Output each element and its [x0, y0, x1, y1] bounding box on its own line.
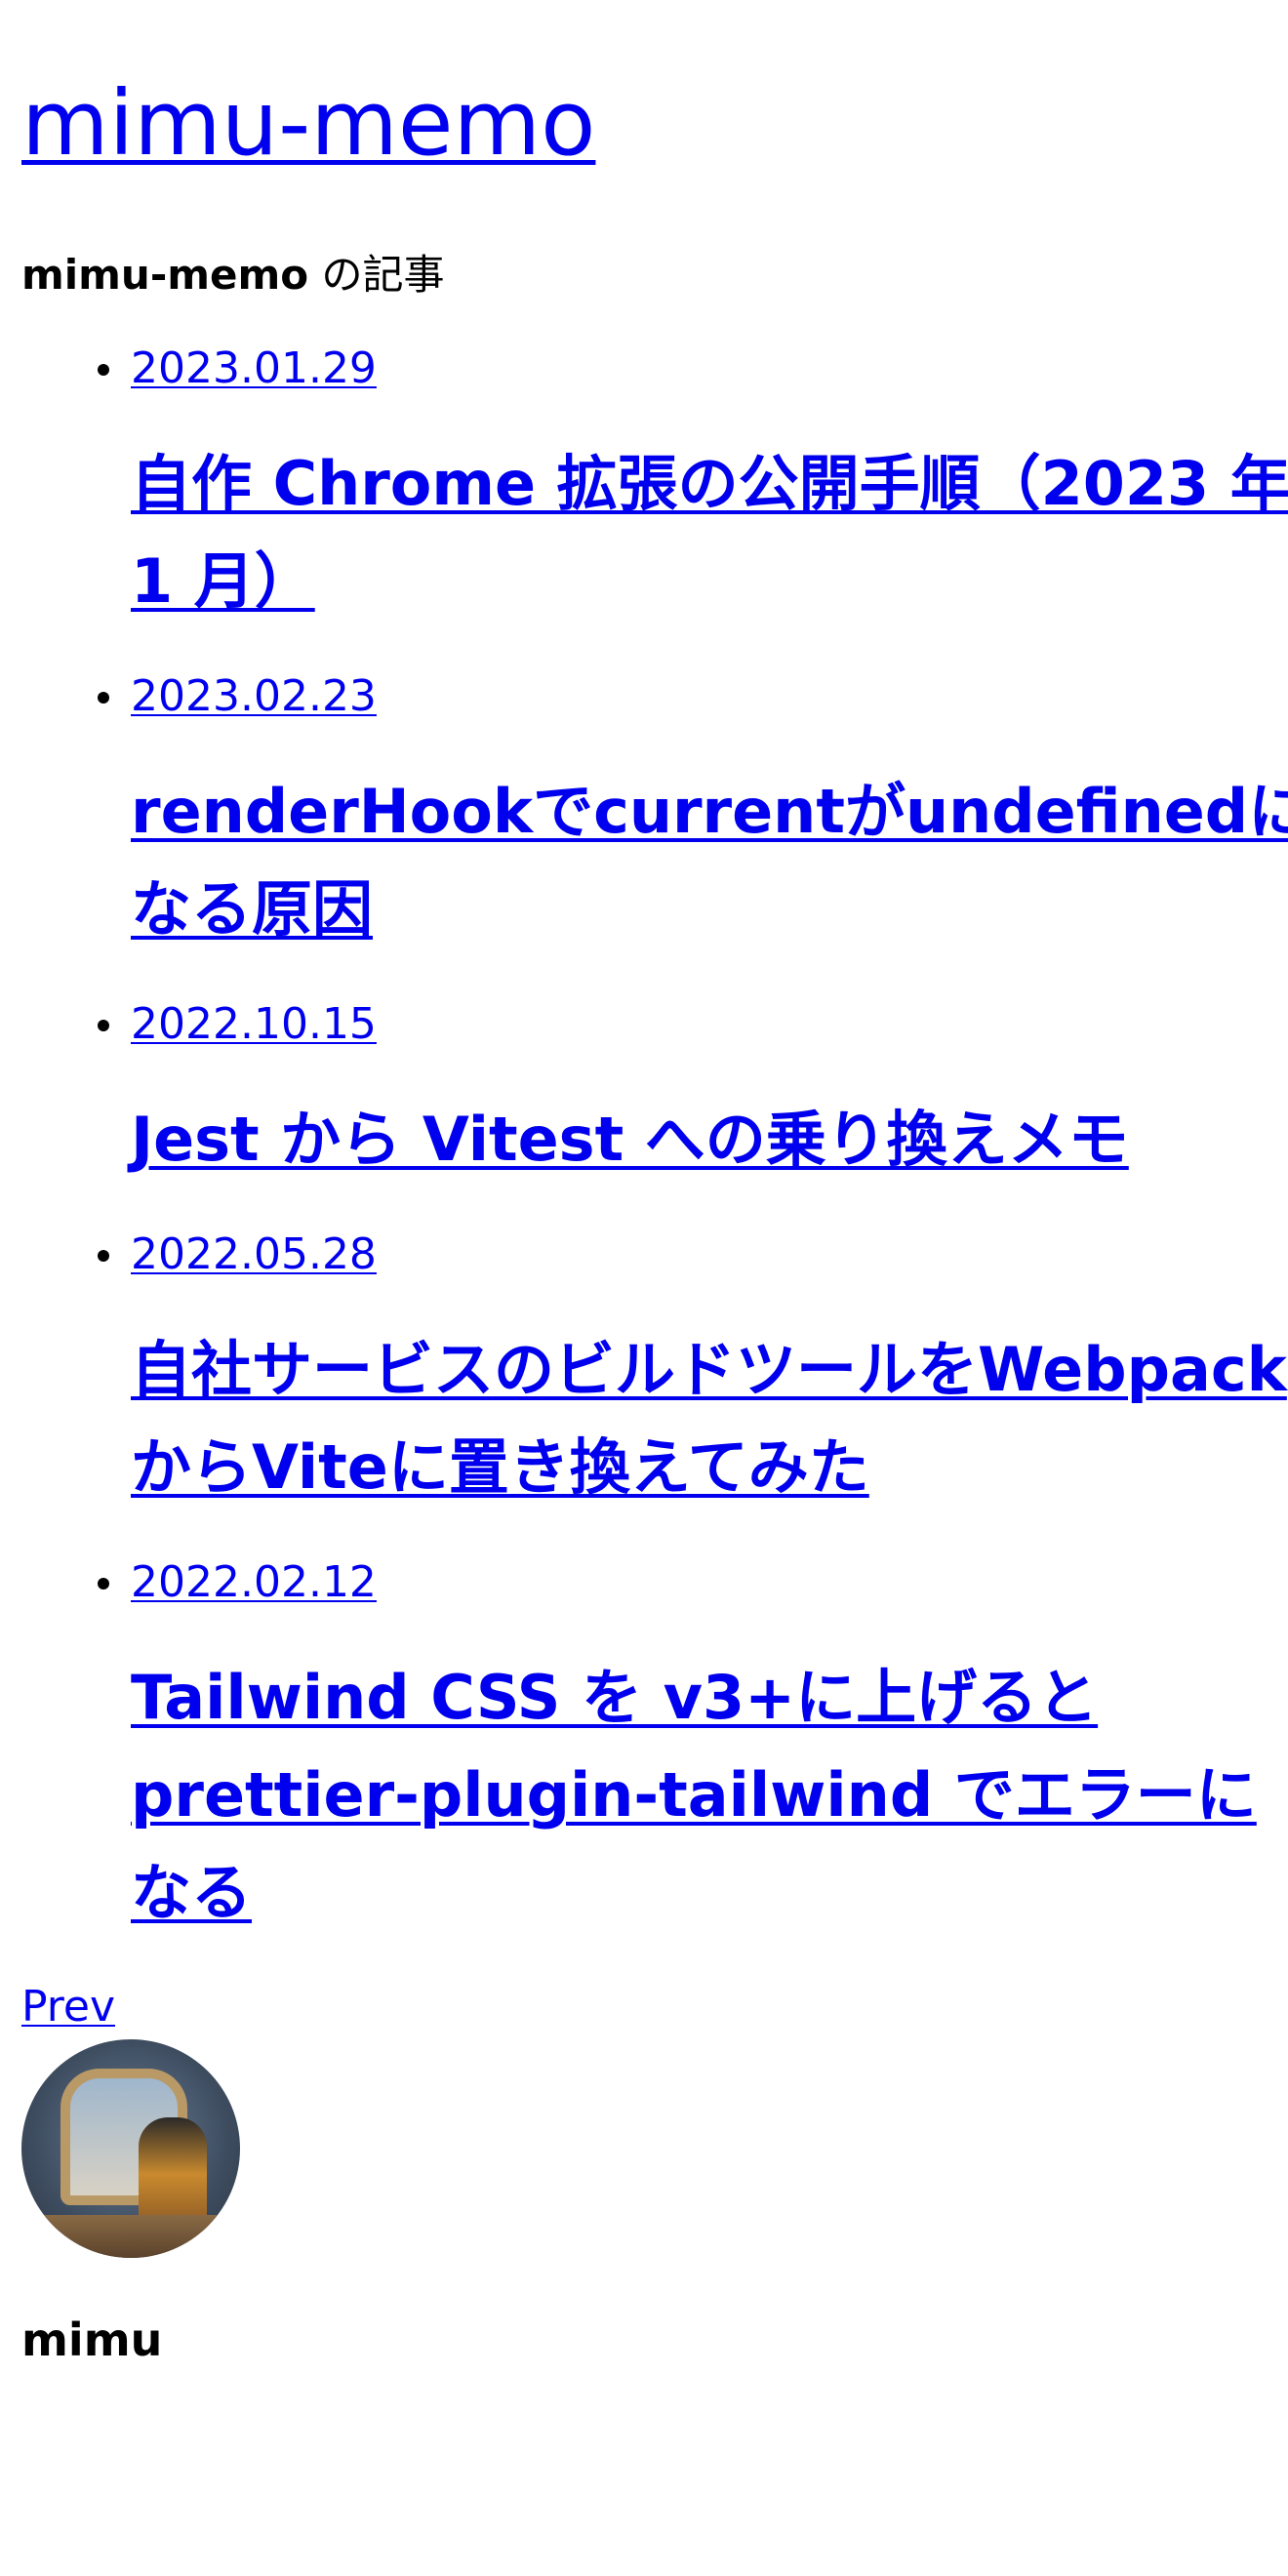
list-item: 2023.02.23 renderHookでcurrentがundefinedに…	[98, 667, 1288, 958]
author-avatar	[21, 2039, 240, 2258]
bullet-icon	[98, 1020, 109, 1031]
bullet-icon	[98, 364, 109, 376]
article-title: 自社サービスのビルドツールをWebpackからViteに置き換えてみた	[131, 1321, 1288, 1516]
list-item: 2022.05.28 自社サービスのビルドツールをWebpackからViteに置…	[98, 1226, 1288, 1516]
list-item: 2022.02.12 Tailwind CSS を v3+に上げるとpretti…	[98, 1553, 1288, 1942]
article-title: Jest から Vitest への乗り換えメモ	[131, 1091, 1288, 1188]
article-list: 2023.01.29 自作 Chrome 拡張の公開手順（2023 年 1 月）…	[21, 340, 1288, 1942]
article-title: Tailwind CSS を v3+に上げるとprettier-plugin-t…	[131, 1649, 1288, 1942]
list-item: 2023.01.29 自作 Chrome 拡張の公開手順（2023 年 1 月）	[98, 340, 1288, 630]
list-item: 2022.10.15 Jest から Vitest への乗り換えメモ	[98, 995, 1288, 1188]
section-heading-suffix: の記事	[308, 251, 445, 299]
avatar-table-shape	[21, 2215, 240, 2258]
pagination: Prev	[21, 1979, 1288, 2035]
article-title-link[interactable]: Jest から Vitest への乗り換えメモ	[131, 1104, 1129, 1175]
article-date-link[interactable]: 2022.10.15	[131, 995, 1288, 1054]
article-title: renderHookでcurrentがundefinedになる原因	[131, 763, 1288, 958]
page: mimu-memo mimu-memo の記事 2023.01.29 自作 Ch…	[21, 0, 1288, 2369]
section-heading-name: mimu-memo	[21, 251, 309, 299]
site-title: mimu-memo	[21, 70, 1288, 178]
article-date-link[interactable]: 2023.02.23	[131, 667, 1288, 726]
article-date-link[interactable]: 2023.01.29	[131, 340, 1288, 398]
article-title-link[interactable]: 自作 Chrome 拡張の公開手順（2023 年 1 月）	[131, 448, 1288, 617]
prev-link[interactable]: Prev	[21, 1982, 115, 2032]
article-title-link[interactable]: 自社サービスのビルドツールをWebpackからViteに置き換えてみた	[131, 1334, 1287, 1503]
article-title-link[interactable]: Tailwind CSS を v3+に上げるとprettier-plugin-t…	[131, 1662, 1257, 1928]
article-title-link[interactable]: renderHookでcurrentがundefinedになる原因	[131, 776, 1288, 945]
site-title-link[interactable]: mimu-memo	[21, 71, 595, 176]
article-title: 自作 Chrome 拡張の公開手順（2023 年 1 月）	[131, 435, 1288, 630]
bullet-icon	[98, 1578, 109, 1590]
article-date-link[interactable]: 2022.02.12	[131, 1553, 1288, 1612]
bullet-icon	[98, 692, 109, 704]
author-name: mimu	[21, 2314, 163, 2366]
section-heading: mimu-memo の記事	[21, 248, 1288, 302]
article-date-link[interactable]: 2022.05.28	[131, 1226, 1288, 1284]
bullet-icon	[98, 1250, 109, 1262]
